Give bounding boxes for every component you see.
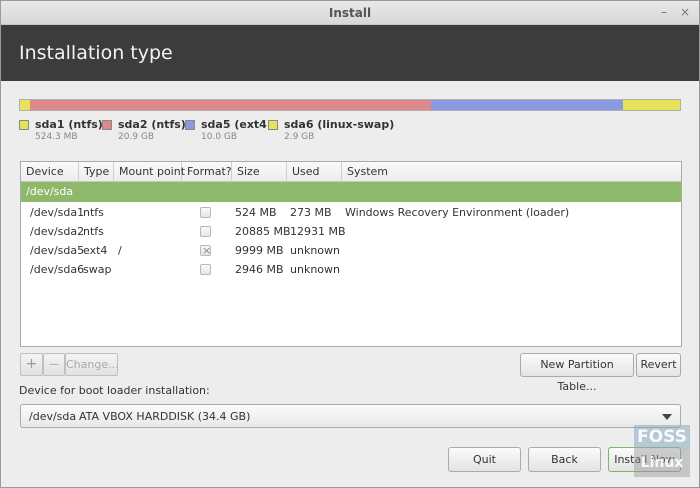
- format-checkbox[interactable]: [200, 226, 211, 237]
- cell-type: swap: [83, 263, 112, 276]
- col-mount-point[interactable]: Mount point: [114, 162, 185, 182]
- remove-partition-button[interactable]: —: [43, 353, 65, 376]
- partition-segment-sda5: [431, 100, 624, 110]
- page-header: Installation type: [1, 25, 699, 81]
- cell-used: unknown: [290, 263, 340, 276]
- cell-used: unknown: [290, 244, 340, 257]
- cell-used: 12931 MB: [290, 225, 346, 238]
- legend-size: 524.3 MB: [35, 132, 78, 142]
- legend-swatch: [268, 120, 278, 130]
- partition-table: Device Type Mount point Format? Size Use…: [20, 161, 682, 347]
- dropdown-arrow-icon: [662, 414, 672, 420]
- new-partition-table-button[interactable]: New Partition Table...: [520, 353, 634, 393]
- close-icon[interactable]: ×: [677, 4, 693, 20]
- table-row[interactable]: /dev/sda2 ntfs 20885 MB 12931 MB: [21, 222, 681, 241]
- cell-device: /dev/sda6: [30, 263, 85, 276]
- installer-window: Install – × Installation type sda1 (ntfs…: [0, 0, 700, 488]
- back-button[interactable]: Back: [528, 447, 601, 472]
- minimize-icon[interactable]: –: [656, 4, 672, 20]
- legend-size: 10.0 GB: [201, 132, 238, 142]
- cell-type: ext4: [83, 244, 108, 257]
- cell-device: /dev/sda5: [30, 244, 85, 257]
- legend-swatch: [102, 120, 112, 130]
- legend-size: 20.9 GB: [118, 132, 155, 142]
- col-format[interactable]: Format?: [182, 162, 232, 182]
- legend-swatch: [185, 120, 195, 130]
- cell-device: /dev/sda2: [30, 225, 85, 238]
- cell-size: 20885 MB: [235, 225, 291, 238]
- cell-type: ntfs: [83, 206, 104, 219]
- partition-segment-sda6: [623, 100, 680, 110]
- table-row[interactable]: /dev/sda6 swap 2946 MB unknown: [21, 260, 681, 279]
- table-header: Device Type Mount point Format? Size Use…: [21, 162, 681, 182]
- change-partition-button[interactable]: Change...: [65, 353, 119, 376]
- quit-button[interactable]: Quit: [448, 447, 521, 472]
- legend-name: sda6 (linux-swap): [284, 118, 395, 131]
- add-partition-button[interactable]: +: [20, 353, 43, 376]
- col-size[interactable]: Size: [232, 162, 287, 182]
- partition-segment-sda1: [20, 100, 31, 110]
- revert-button[interactable]: Revert: [636, 353, 681, 377]
- format-checkbox[interactable]: [200, 264, 211, 275]
- legend-name: sda5 (ext4): [201, 118, 272, 131]
- col-system[interactable]: System: [342, 162, 681, 182]
- bootloader-disk: ATA VBOX HARDDISK (34.4 GB): [79, 410, 251, 423]
- cell-used: 273 MB: [290, 206, 332, 219]
- window-title: Install: [328, 6, 372, 20]
- cell-size: 524 MB: [235, 206, 277, 219]
- device-row-sda[interactable]: /dev/sda: [21, 182, 681, 202]
- table-row[interactable]: /dev/sda5 ext4 / 9999 MB unknown: [21, 241, 681, 260]
- cell-size: 9999 MB: [235, 244, 284, 257]
- cell-size: 2946 MB: [235, 263, 284, 276]
- format-checkbox[interactable]: [200, 207, 211, 218]
- bootloader-device-select[interactable]: /dev/sda ATA VBOX HARDDISK (34.4 GB): [20, 404, 681, 428]
- legend-swatch: [19, 120, 29, 130]
- col-used[interactable]: Used: [287, 162, 342, 182]
- table-row[interactable]: /dev/sda1 ntfs 524 MB 273 MB Windows Rec…: [21, 203, 681, 222]
- cell-system: Windows Recovery Environment (loader): [345, 206, 570, 219]
- legend-name: sda2 (ntfs): [118, 118, 186, 131]
- legend-size: 2.9 GB: [284, 132, 315, 142]
- col-device[interactable]: Device: [21, 162, 79, 182]
- partition-segment-sda2: [30, 100, 432, 110]
- page-title: Installation type: [19, 42, 173, 64]
- format-checkbox[interactable]: [200, 241, 211, 260]
- col-type[interactable]: Type: [79, 162, 114, 182]
- watermark-logo: FOSS Linux: [634, 425, 690, 481]
- watermark-top: FOSS: [634, 425, 690, 449]
- partition-bar: [19, 99, 681, 111]
- cell-device: /dev/sda1: [30, 206, 85, 219]
- cell-type: ntfs: [83, 225, 104, 238]
- cell-mount: /: [118, 244, 122, 257]
- bootloader-device: /dev/sda: [29, 410, 77, 423]
- title-bar: Install – ×: [1, 1, 699, 25]
- watermark-bottom: Linux: [634, 449, 690, 477]
- bootloader-label: Device for boot loader installation:: [19, 384, 210, 397]
- legend-name: sda1 (ntfs): [35, 118, 103, 131]
